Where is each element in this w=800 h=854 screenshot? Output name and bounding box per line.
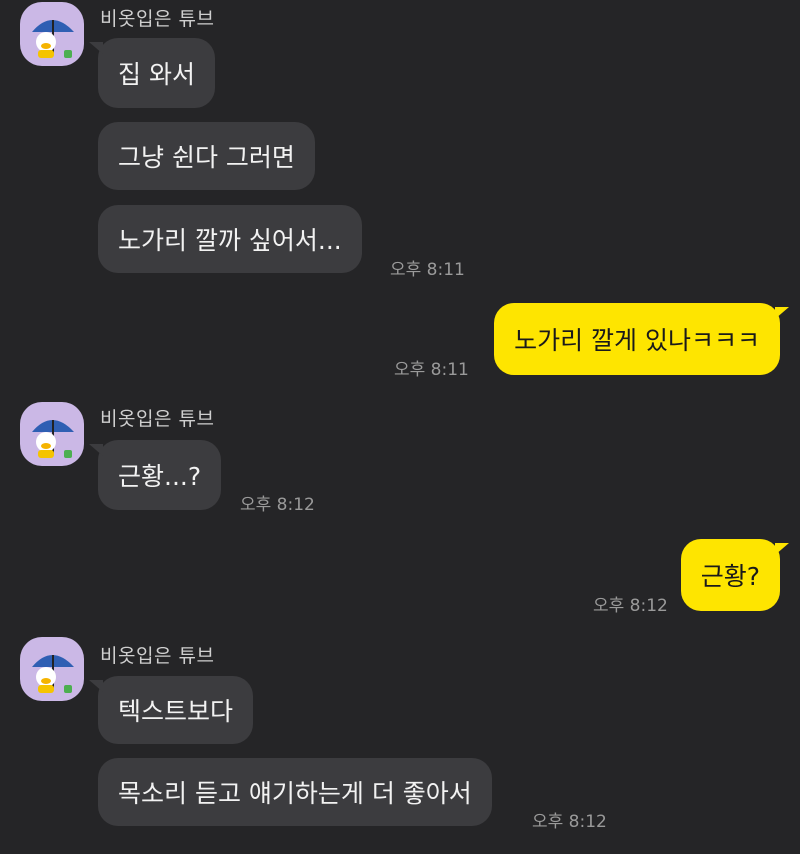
contact-avatar[interactable] bbox=[20, 637, 84, 701]
contact-avatar[interactable] bbox=[20, 2, 84, 66]
message-timestamp: 오후 8:11 bbox=[394, 360, 469, 380]
message-timestamp: 오후 8:12 bbox=[532, 812, 607, 832]
message-timestamp: 오후 8:12 bbox=[240, 495, 315, 515]
sender-name: 비옷입은 튜브 bbox=[100, 8, 215, 30]
message-timestamp: 오후 8:12 bbox=[593, 596, 668, 616]
message-bubble[interactable]: 목소리 듣고 얘기하는게 더 좋아서 bbox=[98, 758, 492, 826]
message-bubble[interactable]: 노가리 깔까 싶어서... bbox=[98, 205, 362, 273]
message-bubble[interactable]: 텍스트보다 bbox=[88, 676, 254, 744]
tube-duck-umbrella-icon bbox=[32, 655, 74, 693]
message-bubble[interactable]: 노가리 깔게 있나ㅋㅋㅋ bbox=[494, 303, 789, 375]
message-bubble[interactable]: 그냥 쉰다 그러면 bbox=[98, 122, 315, 190]
message-bubble[interactable]: 근황? bbox=[680, 539, 790, 611]
contact-avatar[interactable] bbox=[20, 402, 84, 466]
tube-duck-umbrella-icon bbox=[32, 20, 74, 58]
message-bubble[interactable]: 근황...? bbox=[88, 440, 222, 510]
message-timestamp: 오후 8:11 bbox=[390, 260, 465, 280]
message-bubble[interactable]: 집 와서 bbox=[89, 38, 215, 108]
sender-name: 비옷입은 튜브 bbox=[100, 645, 215, 667]
tube-duck-umbrella-icon bbox=[32, 420, 74, 458]
sender-name: 비옷입은 튜브 bbox=[100, 408, 215, 430]
